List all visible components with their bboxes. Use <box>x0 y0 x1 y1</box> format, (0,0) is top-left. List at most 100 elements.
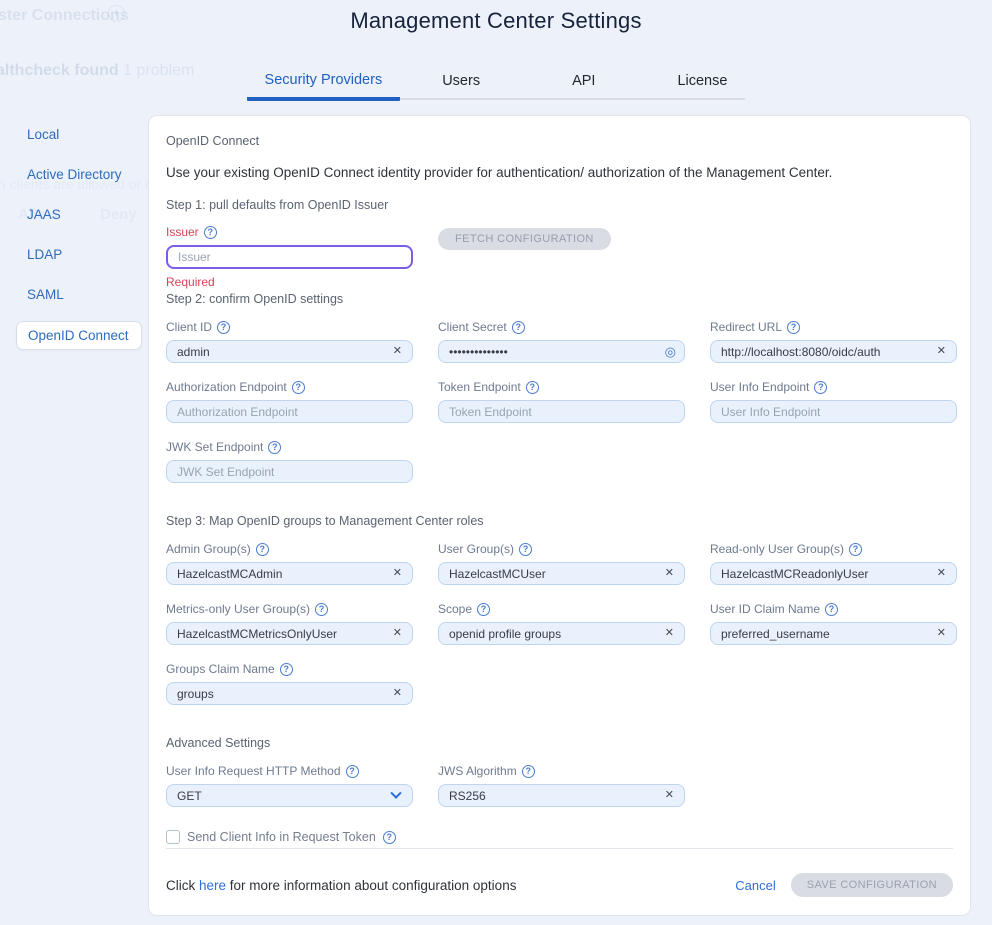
field-groups-claim-name: Groups Claim Name? ✕ <box>166 662 413 705</box>
field-user-id-claim-name: User ID Claim Name? ✕ <box>710 602 957 645</box>
clear-icon[interactable]: ✕ <box>935 345 948 358</box>
sidebar-item-jaas[interactable]: JAAS <box>16 201 142 228</box>
user-info-endpoint-input[interactable] <box>711 405 948 419</box>
field-user-info-request-http-method: User Info Request HTTP Method? GET <box>166 764 413 807</box>
send-client-info-row: Send Client Info in Request Token ? <box>166 830 953 844</box>
fetch-configuration-button[interactable]: FETCH CONFIGURATION <box>438 228 611 250</box>
help-icon[interactable]: ? <box>787 321 800 334</box>
chevron-down-icon <box>390 787 401 798</box>
help-icon[interactable]: ? <box>217 321 230 334</box>
help-icon[interactable]: ? <box>526 381 539 394</box>
metrics-only-user-groups-input[interactable] <box>167 627 391 641</box>
help-icon[interactable]: ? <box>280 663 293 676</box>
authorization-endpoint-input[interactable] <box>167 405 404 419</box>
sidebar-item-active-directory[interactable]: Active Directory <box>16 161 142 188</box>
issuer-input[interactable] <box>168 250 403 264</box>
issuer-label: Issuer ? <box>166 225 413 239</box>
help-icon[interactable]: ? <box>522 765 535 778</box>
page-title: Management Center Settings <box>0 0 992 34</box>
help-icon[interactable]: ? <box>383 831 396 844</box>
help-icon[interactable]: ? <box>519 543 532 556</box>
field-client-secret: Client Secret? ◎ <box>438 320 685 363</box>
send-client-info-label: Send Client Info in Request Token <box>187 830 376 844</box>
field-metrics-only-user-groups: Metrics-only User Group(s)? ✕ <box>166 602 413 645</box>
here-link[interactable]: here <box>199 878 226 893</box>
field-authorization-endpoint: Authorization Endpoint? <box>166 380 413 423</box>
footer-divider <box>166 848 953 849</box>
help-icon[interactable]: ? <box>512 321 525 334</box>
user-groups-input[interactable] <box>439 567 663 581</box>
panel-description: Use your existing OpenID Connect identit… <box>166 165 953 180</box>
security-providers-sidebar: Local Active Directory JAAS LDAP SAML Op… <box>16 121 142 363</box>
panel-footer: Click here for more information about co… <box>166 873 953 897</box>
issuer-required-error: Required <box>166 275 413 289</box>
step2-title: Step 2: confirm OpenID settings <box>166 292 953 306</box>
eye-icon[interactable]: ◎ <box>665 345 676 358</box>
scope-input[interactable] <box>439 627 663 641</box>
user-id-claim-name-input[interactable] <box>711 627 935 641</box>
field-readonly-user-groups: Read-only User Group(s)? ✕ <box>710 542 957 585</box>
help-icon[interactable]: ? <box>849 543 862 556</box>
field-jwk-set-endpoint: JWK Set Endpoint? <box>166 440 413 483</box>
http-method-select[interactable]: GET <box>166 784 413 807</box>
sidebar-item-saml[interactable]: SAML <box>16 281 142 308</box>
sidebar-item-openid-connect[interactable]: OpenID Connect <box>16 321 142 350</box>
tab-users[interactable]: Users <box>424 65 498 98</box>
field-scope: Scope? ✕ <box>438 602 685 645</box>
help-icon[interactable]: ? <box>814 381 827 394</box>
readonly-user-groups-input[interactable] <box>711 567 935 581</box>
step1-title: Step 1: pull defaults from OpenID Issuer <box>166 198 953 212</box>
sidebar-item-local[interactable]: Local <box>16 121 142 148</box>
field-issuer: Issuer ? Required <box>166 225 413 289</box>
help-icon[interactable]: ? <box>477 603 490 616</box>
advanced-settings-title: Advanced Settings <box>166 736 953 750</box>
send-client-info-checkbox[interactable] <box>166 830 180 844</box>
help-icon[interactable]: ? <box>346 765 359 778</box>
step3-grid: Admin Group(s)? ✕ User Group(s)? ✕ Read-… <box>166 542 953 722</box>
token-endpoint-input[interactable] <box>439 405 676 419</box>
clear-icon[interactable]: ✕ <box>391 627 404 640</box>
clear-icon[interactable]: ✕ <box>391 687 404 700</box>
tab-security-providers[interactable]: Security Providers <box>247 64 401 101</box>
groups-claim-name-input[interactable] <box>167 687 391 701</box>
field-admin-groups: Admin Group(s)? ✕ <box>166 542 413 585</box>
field-token-endpoint: Token Endpoint? <box>438 380 685 423</box>
tab-bar: Security Providers Users API License <box>0 64 992 100</box>
clear-icon[interactable]: ✕ <box>663 567 676 580</box>
panel-heading: OpenID Connect <box>166 134 953 148</box>
clear-icon[interactable]: ✕ <box>391 345 404 358</box>
jws-algorithm-input[interactable] <box>439 789 663 803</box>
help-icon[interactable]: ? <box>825 603 838 616</box>
admin-groups-input[interactable] <box>167 567 391 581</box>
issuer-row: Issuer ? Required FETCH CONFIGURATION <box>166 225 953 289</box>
field-redirect-url: Redirect URL? ✕ <box>710 320 957 363</box>
clear-icon[interactable]: ✕ <box>663 789 676 802</box>
openid-connect-panel: OpenID Connect Use your existing OpenID … <box>148 115 971 916</box>
step3-title: Step 3: Map OpenID groups to Management … <box>166 514 953 528</box>
client-secret-input[interactable] <box>439 345 665 359</box>
field-jws-algorithm: JWS Algorithm? ✕ <box>438 764 685 807</box>
help-icon[interactable]: ? <box>256 543 269 556</box>
clear-icon[interactable]: ✕ <box>663 627 676 640</box>
tab-license[interactable]: License <box>659 65 745 98</box>
clear-icon[interactable]: ✕ <box>935 567 948 580</box>
save-configuration-button[interactable]: SAVE CONFIGURATION <box>791 873 953 897</box>
field-client-id: Client ID? ✕ <box>166 320 413 363</box>
tab-api[interactable]: API <box>554 65 613 98</box>
clear-icon[interactable]: ✕ <box>935 627 948 640</box>
cancel-button[interactable]: Cancel <box>735 878 775 893</box>
field-user-groups: User Group(s)? ✕ <box>438 542 685 585</box>
step2-grid: Client ID? ✕ Client Secret? ◎ Redirect U… <box>166 320 953 500</box>
footer-info-text: Click here for more information about co… <box>166 878 516 893</box>
advanced-grid: User Info Request HTTP Method? GET JWS A… <box>166 764 953 824</box>
help-icon[interactable]: ? <box>268 441 281 454</box>
client-id-input[interactable] <box>167 345 391 359</box>
help-icon[interactable]: ? <box>292 381 305 394</box>
sidebar-item-ldap[interactable]: LDAP <box>16 241 142 268</box>
jwk-set-endpoint-input[interactable] <box>167 465 404 479</box>
clear-icon[interactable]: ✕ <box>391 567 404 580</box>
redirect-url-input[interactable] <box>711 345 935 359</box>
help-icon[interactable]: ? <box>204 226 217 239</box>
http-method-value: GET <box>167 789 392 803</box>
help-icon[interactable]: ? <box>315 603 328 616</box>
